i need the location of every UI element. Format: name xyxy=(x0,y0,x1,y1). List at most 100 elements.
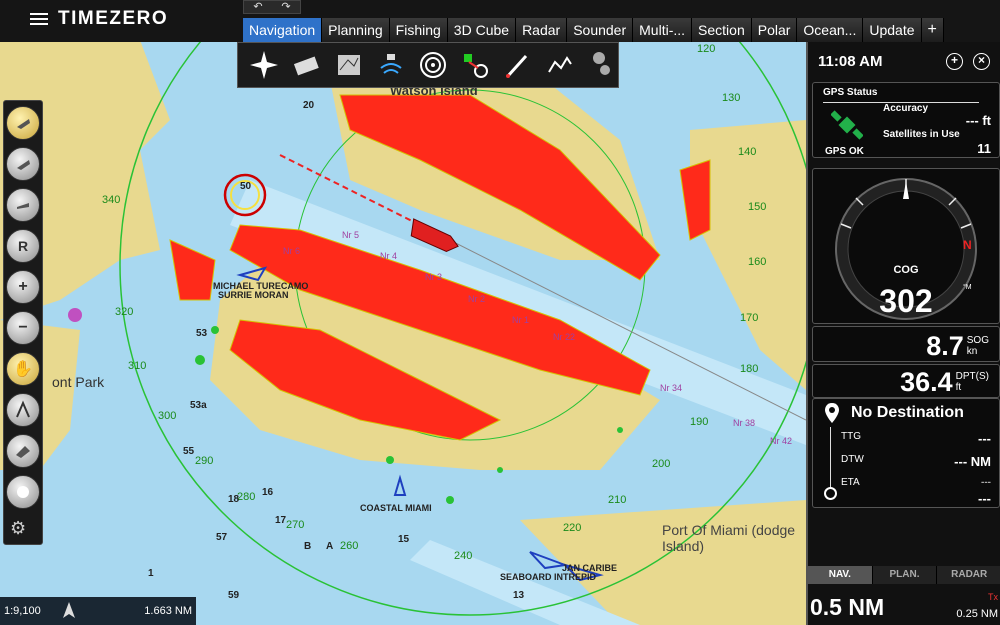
buoy-label: Nr 42 xyxy=(770,436,793,446)
satellites-label: Satellites in Use xyxy=(883,129,960,140)
tab-update[interactable]: Update xyxy=(863,18,922,42)
clock-time: 11:08 AM xyxy=(818,52,883,70)
ttg-label: TTG xyxy=(841,431,861,442)
sounder-icon[interactable] xyxy=(375,48,407,82)
mark-label: A xyxy=(326,541,334,552)
compass-rose-icon[interactable] xyxy=(248,48,280,82)
r-range-icon[interactable]: R xyxy=(6,229,40,263)
gps-status-card[interactable]: GPS Status Accuracy --- ft Satellites in… xyxy=(812,82,1000,158)
cursor-dot-icon[interactable] xyxy=(6,475,40,509)
scale-bar: 1:9,100 1.663 NM xyxy=(0,597,196,625)
boat-head-up-icon[interactable] xyxy=(6,147,40,181)
dtw-label: DTW xyxy=(841,454,864,465)
toolbar-settings-icon[interactable]: ⚙ xyxy=(10,518,26,539)
route-icon[interactable] xyxy=(459,48,491,82)
ais-label-coastal[interactable]: COASTAL MIAMI xyxy=(360,503,432,513)
ruler-icon[interactable] xyxy=(290,48,322,82)
clock-header: 11:08 AM + × xyxy=(808,42,1000,80)
tab-section[interactable]: Section xyxy=(692,18,752,42)
ais-label-seaboard[interactable]: SEABOARD INTREPID xyxy=(500,572,596,582)
ring-label: 120 xyxy=(697,43,716,55)
eta-value-2: --- xyxy=(978,491,991,506)
mark-label: 57 xyxy=(216,532,228,543)
mark-label: 16 xyxy=(262,487,274,498)
tab-multi[interactable]: Multi-... xyxy=(633,18,693,42)
chart-scale: 1:9,100 xyxy=(4,605,41,617)
ais-label-surrie[interactable]: SURRIE MORAN xyxy=(218,290,289,300)
eta-value: --- xyxy=(981,477,991,488)
boat-course-up-icon[interactable] xyxy=(6,188,40,222)
add-tab-button[interactable]: + xyxy=(921,18,944,42)
chart-icon[interactable] xyxy=(332,48,364,82)
depth-unit: ft xyxy=(955,382,962,393)
mark-label: 17 xyxy=(275,515,287,526)
chart-area[interactable]: Watson Island ont Park Port Of Miami (do… xyxy=(0,0,806,625)
ring-interval: 0.25 NM xyxy=(956,608,998,620)
app-menu[interactable]: TIMEZERO xyxy=(30,8,168,30)
mark-label: 20 xyxy=(303,100,315,111)
radar-range-box[interactable]: 0.5 NM Tx 0.25 NM xyxy=(808,590,1000,625)
buoy-label: Nr 2 xyxy=(468,294,486,304)
tab-navigation[interactable]: Navigation xyxy=(243,18,323,42)
ttg-value: --- xyxy=(978,431,991,446)
tool-strip xyxy=(237,42,619,88)
ring-label: 160 xyxy=(748,256,767,268)
left-toolbar: R + − ✋ xyxy=(3,100,43,545)
ring-label: 190 xyxy=(690,416,709,428)
ring-label: 180 xyxy=(740,363,759,375)
buoy-label: Nr 6 xyxy=(283,246,301,256)
buoy-label: Nr 3 xyxy=(425,272,443,282)
undo-icon[interactable]: ↶ xyxy=(244,1,272,13)
hamburger-icon[interactable] xyxy=(30,10,48,28)
destination-card[interactable]: No Destination TTG --- DTW --- NM ETA --- -… xyxy=(812,398,1000,508)
tab-3d-cube[interactable]: 3D Cube xyxy=(447,18,517,42)
depth-card[interactable]: 36.4 DPT(S) ft xyxy=(812,364,1000,398)
hand-pan-icon[interactable]: ✋ xyxy=(6,352,40,386)
zoom-out-icon[interactable]: − xyxy=(6,311,40,345)
north-arrow-icon[interactable] xyxy=(62,601,75,621)
redo-icon[interactable]: ↷ xyxy=(272,1,300,13)
sog-card[interactable]: 8.7 SOG kn xyxy=(812,326,1000,362)
radar-target-icon[interactable] xyxy=(417,48,449,82)
mark-label: 13 xyxy=(513,590,525,601)
mob-icon[interactable] xyxy=(6,434,40,468)
ring-label: 130 xyxy=(722,92,741,104)
close-panel-icon[interactable]: × xyxy=(973,52,990,70)
top-bar: TIMEZERO ↶ ↷ Navigation Planning Fishing… xyxy=(0,0,1000,42)
cog-compass: COG °M N 302 xyxy=(835,178,977,320)
settings-gear-icon[interactable] xyxy=(586,48,618,82)
ring-label: 300 xyxy=(158,410,177,422)
pen-icon[interactable] xyxy=(501,48,533,82)
ring-label: 270 xyxy=(286,519,305,531)
measure-icon[interactable] xyxy=(6,393,40,427)
cloud-icon[interactable] xyxy=(544,48,576,82)
buoy-label: Nr 34 xyxy=(660,383,683,393)
ring-label: 210 xyxy=(608,494,627,506)
tab-radar-panel[interactable]: RADAR xyxy=(937,566,1000,584)
tab-plan[interactable]: PLAN. xyxy=(873,566,938,584)
workspace-tabs: Navigation Planning Fishing 3D Cube Rada… xyxy=(243,18,944,42)
satellites-value: 11 xyxy=(977,141,991,156)
tab-ocean[interactable]: Ocean... xyxy=(797,18,864,42)
dtw-value: --- NM xyxy=(954,454,991,469)
tab-nav[interactable]: NAV. xyxy=(808,566,873,584)
radar-range: 0.5 NM xyxy=(810,594,885,620)
buoy-label: Nr 38 xyxy=(733,418,756,428)
sog-value: 8.7 xyxy=(926,331,964,361)
add-instrument-icon[interactable]: + xyxy=(946,52,963,70)
zoom-in-icon[interactable]: + xyxy=(6,270,40,304)
boat-center-icon[interactable] xyxy=(6,106,40,140)
depth-value: 36.4 xyxy=(900,367,953,397)
buoy-label: Nr 4 xyxy=(380,251,398,261)
tab-planning[interactable]: Planning xyxy=(322,18,390,42)
chart-range: 1.663 NM xyxy=(144,605,192,617)
cog-card[interactable]: COG °M N 302 xyxy=(812,168,1000,324)
app-title: TIMEZERO xyxy=(58,8,169,29)
ring-label: 200 xyxy=(652,458,671,470)
tab-fishing[interactable]: Fishing xyxy=(389,18,448,42)
tab-radar[interactable]: Radar xyxy=(516,18,568,42)
tab-sounder[interactable]: Sounder xyxy=(567,18,634,42)
tab-polar[interactable]: Polar xyxy=(751,18,798,42)
mark-label: 50 xyxy=(240,181,252,192)
accuracy-label: Accuracy xyxy=(883,103,929,114)
